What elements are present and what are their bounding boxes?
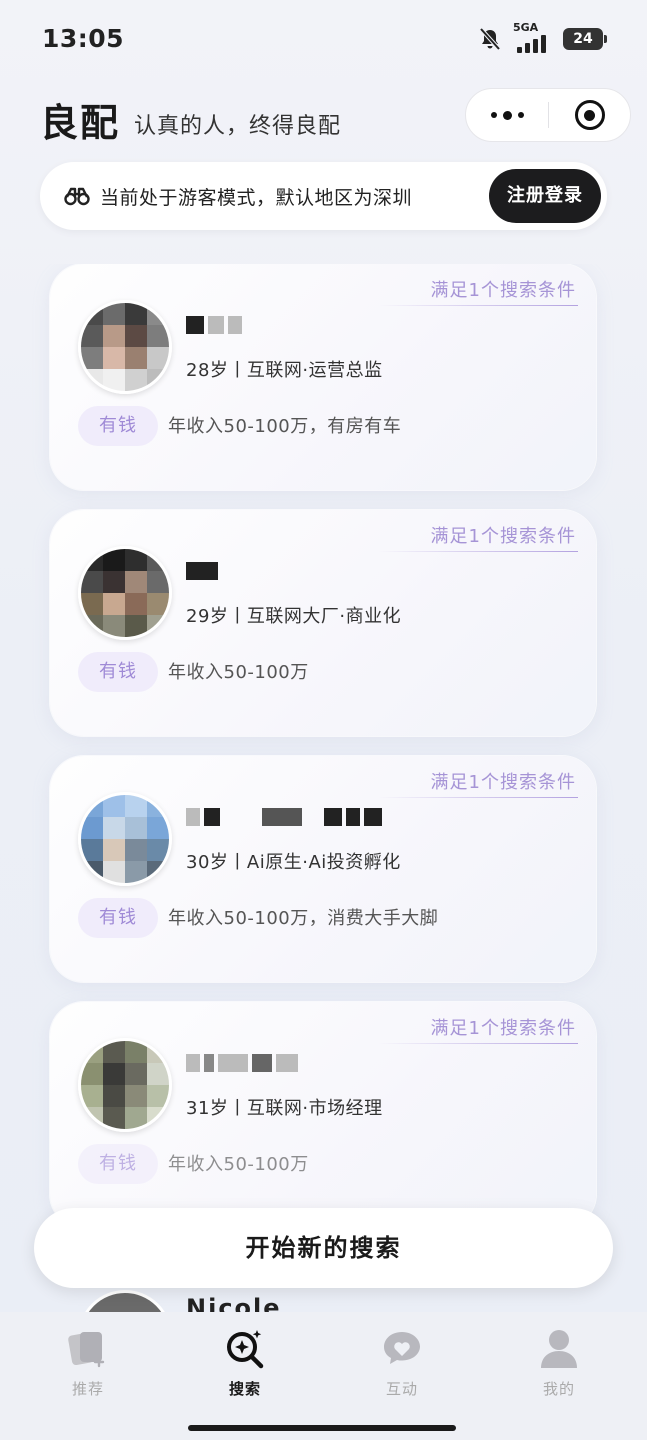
match-underline [378,1043,578,1044]
tab-mine[interactable]: 我的 [509,1326,609,1406]
profile-name: Nicole [186,1294,282,1314]
wealth-badge: 有钱 [78,1144,158,1184]
income-text: 年收入50-100万 [168,1154,309,1175]
profile-meta: 29岁丨互联网大厂·商业化 [186,606,402,627]
income-text: 年收入50-100万 [168,662,309,683]
chat-heart-icon [384,1332,420,1364]
tab-label: 我的 [542,1380,575,1398]
avatar [78,792,172,886]
tab-search[interactable]: 搜索 [195,1326,295,1406]
profile-meta: 30岁丨Ai原生·Ai投资孵化 [186,852,401,873]
match-count-tag: 满足1个搜索条件 [430,1018,576,1039]
match-underline [378,551,578,552]
mini-program-capsule [465,88,631,142]
income-text: 年收入50-100万，有房有车 [168,416,402,437]
battery-icon: 24 [563,28,607,50]
home-indicator[interactable] [188,1425,456,1431]
profile-card-partial[interactable]: Nicole [50,1290,596,1314]
cards-icon [68,1332,105,1368]
network-label: 5GA [513,21,539,34]
guest-mode-banner: 当前处于游客模式，默认地区为深圳 注册登录 [40,162,607,230]
status-time: 13:05 [42,24,125,53]
profile-card[interactable]: 满足1个搜索条件 28岁丨互联网·运营总监 有钱 年收入50-100万，有房有车 [50,264,596,490]
guest-mode-text: 当前处于游客模式，默认地区为深圳 [100,186,413,209]
bottom-tab-bar: 推荐 搜索 互动 我的 [0,1312,647,1440]
profile-card[interactable]: 满足1个搜索条件 30岁丨Ai原生·Ai投资孵化 有钱 年收入50-100万，消 [50,756,596,982]
avatar [78,300,172,394]
result-list: 满足1个搜索条件 28岁丨互联网·运营总监 有钱 年收入50-100万，有房有车… [0,264,647,1314]
avatar [78,546,172,640]
tab-label: 推荐 [71,1380,104,1398]
header: 良配 认真的人，终得良配 [0,86,647,150]
name-redacted [186,560,218,582]
name-redacted [186,314,242,336]
profile-meta: 28岁丨互联网·运营总监 [186,360,383,381]
wealth-badge: 有钱 [78,652,158,692]
search-page: 13:05 5GA 24 良配 认真的人，终得良配 当前处于游客模式，默认地区为… [0,0,647,1440]
name-redacted [186,806,382,828]
tab-label: 搜索 [228,1380,261,1398]
status-bar: 13:05 5GA 24 [0,0,647,80]
tab-label: 互动 [385,1380,418,1398]
target-icon[interactable] [549,89,630,141]
user-icon [541,1330,577,1368]
status-icons: 5GA 24 [477,21,607,54]
avatar [78,1290,172,1314]
mute-bell-icon [479,27,501,51]
match-underline [378,305,578,306]
tab-interact[interactable]: 互动 [352,1326,452,1406]
name-redacted [186,1052,298,1074]
wealth-badge: 有钱 [78,898,158,938]
match-count-tag: 满足1个搜索条件 [430,526,576,547]
app-title: 良配 [40,101,121,145]
new-search-button[interactable]: 开始新的搜索 [34,1208,613,1288]
match-count-tag: 满足1个搜索条件 [430,772,576,793]
match-underline [378,797,578,798]
register-login-button[interactable]: 注册登录 [489,169,601,223]
wealth-badge: 有钱 [78,406,158,446]
signal-icon: 5GA [513,21,553,53]
more-icon[interactable] [466,89,548,141]
profile-card[interactable]: 满足1个搜索条件 29岁丨互联网大厂·商业化 有钱 年收入50-100万 [50,510,596,736]
search-sparkle-icon [227,1330,264,1369]
tab-recommend[interactable]: 推荐 [38,1326,138,1406]
profile-meta: 31岁丨互联网·市场经理 [186,1098,383,1119]
binoculars-icon [64,187,90,206]
app-slogan: 认真的人，终得良配 [134,114,342,139]
income-text: 年收入50-100万，消费大手大脚 [168,908,439,929]
match-count-tag: 满足1个搜索条件 [430,280,576,301]
avatar [78,1038,172,1132]
profile-card[interactable]: 满足1个搜索条件 31岁丨互联网·市场经理 有钱 年收入50-100万 [50,1002,596,1228]
